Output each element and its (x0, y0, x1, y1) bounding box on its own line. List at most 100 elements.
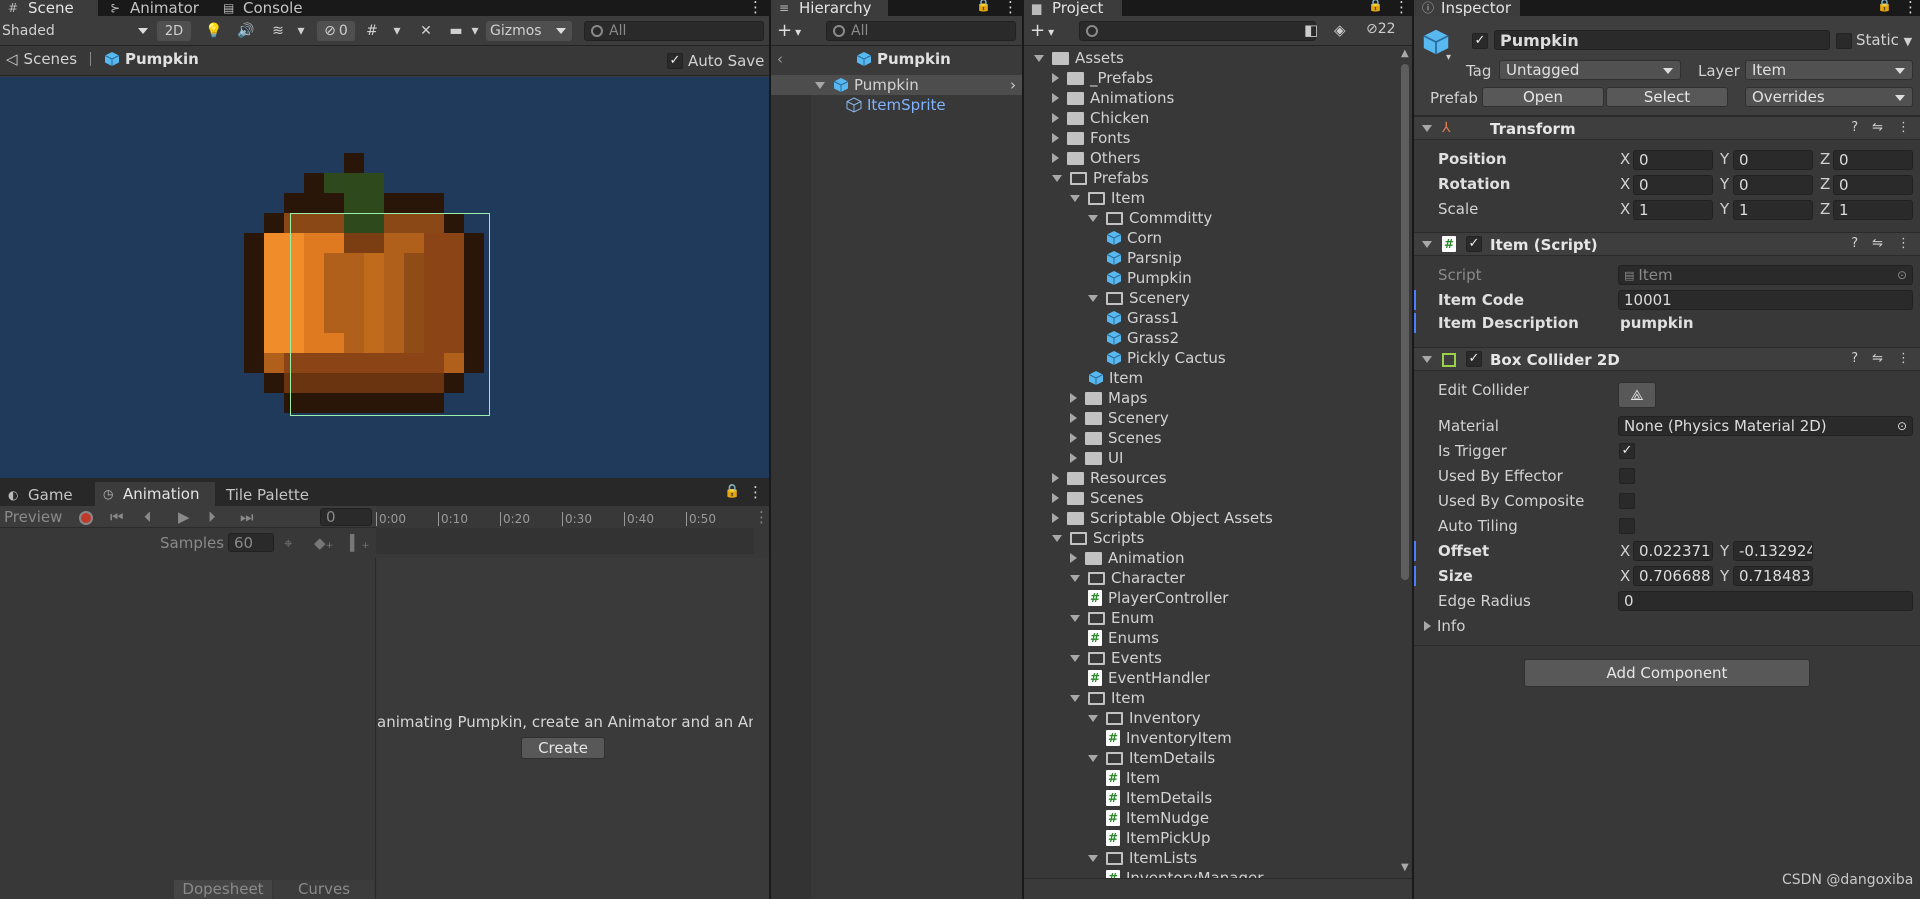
scale-y-input[interactable]: 1 (1733, 200, 1813, 220)
box-collider-header[interactable]: ✓ Box Collider 2D ? ⇋ ⋮ (1414, 347, 1920, 371)
project-item[interactable]: Scenes (1070, 428, 1162, 448)
offset-y-input[interactable]: -0.132924 (1733, 541, 1813, 561)
material-field[interactable]: None (Physics Material 2D) ⊙ (1618, 416, 1913, 436)
kebab-menu-icon[interactable]: ⋮ (1897, 120, 1910, 135)
object-picker-icon[interactable]: ⊙ (1897, 268, 1907, 282)
object-picker-icon[interactable]: ⊙ (1897, 419, 1907, 433)
item-script-header[interactable]: # ✓ Item (Script) ? ⇋ ⋮ (1414, 232, 1920, 256)
icon-dropdown-icon[interactable]: ▾ (1446, 52, 1451, 63)
expand-arrow-icon[interactable] (1070, 453, 1077, 463)
next-key-icon[interactable]: ⏵ (208, 508, 216, 526)
help-icon[interactable]: ? (1851, 236, 1858, 251)
filter-label-icon[interactable]: ◈ (1334, 21, 1346, 39)
rotation-y-input[interactable]: 0 (1733, 175, 1813, 195)
box-collider-enabled-checkbox[interactable]: ✓ (1466, 351, 1482, 367)
expand-arrow-icon[interactable] (1052, 534, 1062, 542)
expand-arrow-icon[interactable] (1070, 194, 1080, 202)
presets-icon[interactable]: ⇋ (1872, 351, 1883, 366)
overrides-dropdown[interactable]: Overrides (1745, 87, 1913, 107)
auto-tiling-checkbox[interactable] (1619, 518, 1635, 534)
project-item[interactable]: Events (1070, 648, 1162, 668)
project-item[interactable]: Others (1052, 148, 1140, 168)
hidden-objects-toggle[interactable]: ⊘ 0 (317, 21, 355, 41)
scale-x-input[interactable]: 1 (1633, 200, 1713, 220)
is-trigger-checkbox[interactable]: ✓ (1619, 443, 1635, 459)
samples-input[interactable]: 60 (228, 533, 274, 552)
project-item[interactable]: Assets (1034, 48, 1124, 68)
lock-icon[interactable]: 🔒 (976, 0, 991, 12)
object-name-input[interactable]: Pumpkin (1494, 30, 1830, 50)
tab-project[interactable]: ▆ Project (1024, 0, 1122, 17)
grid-dropdown-icon[interactable]: ▾ (390, 21, 404, 41)
project-item[interactable]: # Enums (1088, 628, 1159, 648)
gizmos-dropdown[interactable]: Gizmos (486, 21, 572, 41)
project-item[interactable]: ItemDetails (1088, 748, 1215, 768)
tab-animation[interactable]: ◷ Animation (95, 482, 215, 506)
prefab-select-button[interactable]: Select (1606, 87, 1728, 107)
expand-arrow-icon[interactable] (1070, 614, 1080, 622)
expand-arrow-icon[interactable] (1052, 493, 1059, 503)
scene-menu-icon[interactable]: ⋮ (748, 0, 763, 16)
project-item[interactable]: # ItemNudge (1106, 808, 1209, 828)
timeline-menu-icon[interactable]: ⋮ (754, 508, 769, 526)
hidden-packages-toggle[interactable]: ⊘22 (1366, 21, 1396, 37)
animation-menu-icon[interactable]: ⋮ (748, 483, 763, 501)
project-item[interactable]: Inventory (1088, 708, 1201, 728)
project-item[interactable]: Scripts (1052, 528, 1144, 548)
last-key-icon[interactable]: ⏭ (240, 508, 254, 526)
project-item[interactable]: Item (1070, 688, 1145, 708)
expand-arrow-icon[interactable] (1052, 113, 1059, 123)
project-item[interactable]: Scenery (1088, 288, 1190, 308)
expand-arrow-icon[interactable] (1070, 413, 1077, 423)
play-icon[interactable]: ▶ (178, 508, 190, 526)
audio-icon[interactable]: 🔊 (236, 21, 256, 41)
expand-arrow-icon[interactable] (1052, 133, 1059, 143)
presets-icon[interactable]: ⇋ (1872, 120, 1883, 135)
position-y-input[interactable]: 0 (1733, 150, 1813, 170)
hierarchy-item-pumpkin[interactable]: Pumpkin › (771, 75, 1022, 95)
hierarchy-search-input[interactable]: All (826, 21, 1016, 41)
project-item[interactable]: Animations (1052, 88, 1174, 108)
expand-arrow-icon[interactable] (1070, 574, 1080, 582)
project-item[interactable]: Resources (1052, 468, 1167, 488)
project-item[interactable]: Fonts (1052, 128, 1130, 148)
expand-arrow-icon[interactable] (1034, 54, 1044, 62)
filter-type-icon[interactable]: ◧ (1304, 21, 1318, 39)
back-icon[interactable]: ‹ (777, 50, 783, 68)
prefab-open-button[interactable]: Open (1482, 87, 1604, 107)
project-item[interactable]: Scenery (1070, 408, 1169, 428)
expand-arrow-icon[interactable] (1052, 93, 1059, 103)
rotation-z-input[interactable]: 0 (1833, 175, 1913, 195)
project-item[interactable]: Chicken (1052, 108, 1149, 128)
record-icon[interactable] (79, 511, 93, 525)
edge-radius-input[interactable]: 0 (1618, 591, 1913, 611)
project-item[interactable]: ItemLists (1088, 848, 1197, 868)
project-item[interactable]: Scenes (1052, 488, 1144, 508)
add-keyframe-icon[interactable]: ◆₊ (314, 534, 333, 552)
project-item[interactable]: Enum (1070, 608, 1154, 628)
project-item[interactable]: Item (1088, 368, 1143, 388)
dopesheet-tab[interactable]: Dopesheet (174, 880, 272, 899)
item-code-input[interactable]: 10001 (1618, 290, 1913, 310)
auto-save-checkbox[interactable]: ✓ (667, 53, 683, 69)
rotation-x-input[interactable]: 0 (1633, 175, 1713, 195)
tools-icon[interactable]: ✕ (416, 21, 436, 41)
layer-dropdown[interactable]: Item (1745, 60, 1913, 80)
tab-scene[interactable]: # Scene (0, 0, 98, 17)
project-menu-icon[interactable]: ⋮ (1394, 0, 1409, 16)
kebab-menu-icon[interactable]: ⋮ (1897, 351, 1910, 366)
scenes-breadcrumb-link[interactable]: ◁ Scenes (6, 50, 77, 68)
project-item[interactable]: # ItemPickUp (1106, 828, 1210, 848)
hierarchy-menu-icon[interactable]: ⋮ (1003, 0, 1018, 16)
expand-arrow-icon[interactable] (1070, 654, 1080, 662)
project-item[interactable]: UI (1070, 448, 1123, 468)
effects-dropdown-icon[interactable]: ▾ (294, 21, 308, 41)
expand-arrow-icon[interactable] (1052, 174, 1062, 182)
scrollbar-up-icon[interactable]: ▲ (1401, 48, 1409, 59)
project-item[interactable]: Animation (1070, 548, 1184, 568)
inspector-menu-icon[interactable]: ⋮ (1903, 0, 1918, 16)
filter-keyframe-icon[interactable]: ⌖ (284, 534, 292, 552)
transform-header[interactable]: ⅄ Transform ? ⇋ ⋮ (1414, 116, 1920, 140)
project-item[interactable]: Corn (1106, 228, 1162, 248)
frame-input[interactable]: 0 (320, 508, 372, 526)
